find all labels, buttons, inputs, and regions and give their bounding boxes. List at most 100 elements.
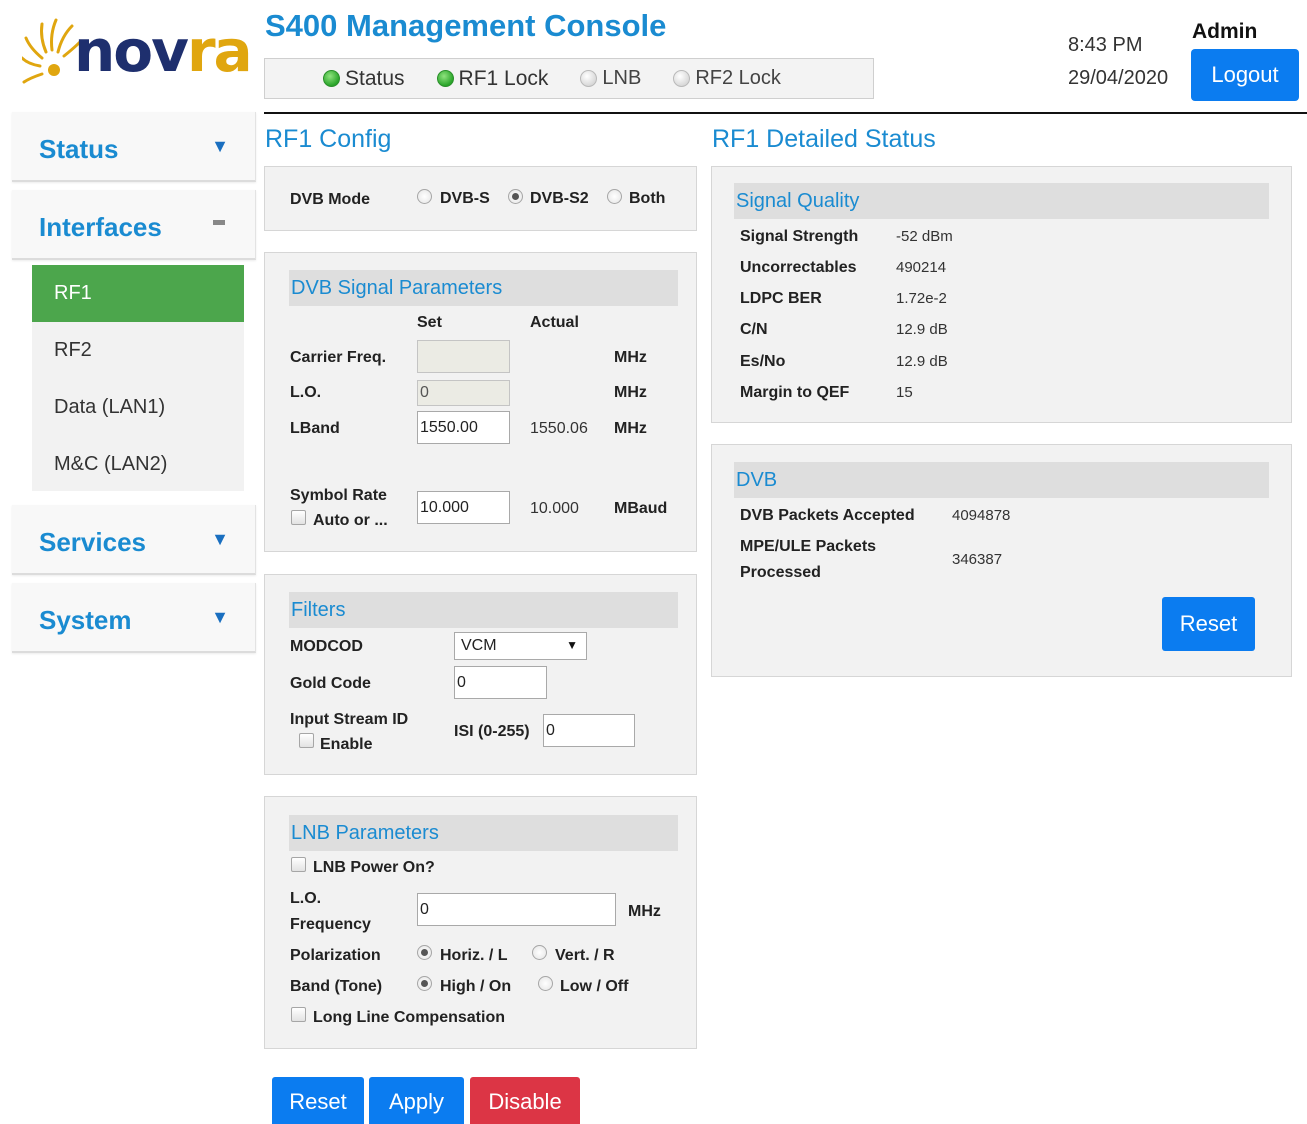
collapse-icon [213,220,225,225]
dvb-s-label: DVB-S [440,190,490,207]
chevron-down-icon: ▼ [211,529,229,549]
status-led-icon [323,70,340,87]
rf1-config-title: RF1 Config [265,125,392,153]
sidebar-section-label: System [39,605,132,635]
isid-enable-checkbox[interactable] [299,733,314,748]
margin-qef-value: 15 [896,384,913,401]
logo-text-accent: ra [186,17,253,85]
esno-value: 12.9 dB [896,353,948,370]
header-divider [264,112,1307,114]
signal-quality-heading: Signal Quality [734,183,1269,219]
rf1-lock-indicator: RF1 Lock [436,66,549,91]
carrier-freq-label: Carrier Freq. [290,349,387,366]
gold-code-input[interactable] [454,666,547,699]
polarization-vert-radio[interactable] [532,945,547,960]
dvb-s2-label: DVB-S2 [530,190,589,207]
dvb-packets-accepted-label: DVB Packets Accepted [740,507,915,524]
lnb-params-heading: LNB Parameters [289,815,678,851]
sidebar-item-label: RF1 [54,282,92,304]
band-low-label: Low / Off [560,978,629,995]
long-line-label: Long Line Compensation [313,1009,505,1026]
sidebar-section-label: Services [39,527,146,557]
long-line-checkbox[interactable] [291,1007,306,1022]
rf1-lock-indicator-label: RF1 Lock [458,66,549,90]
lnb-lo-label-line1: L.O. [290,890,322,907]
apply-button[interactable]: Apply [369,1077,464,1124]
clock-date: 29/04/2020 [1068,67,1169,89]
status-bar: Status RF1 Lock LNB RF2 Lock [264,58,874,99]
sun-logo-icon [22,18,82,84]
symbol-rate-input[interactable] [417,491,510,524]
logo-wordmark: novra [74,22,253,80]
symbol-rate-auto-checkbox[interactable] [291,510,306,525]
rf2-lock-indicator-label: RF2 Lock [695,67,781,89]
lnb-indicator-label: LNB [602,67,642,89]
dvb-s2-radio[interactable] [508,189,523,204]
band-high-label: High / On [440,978,512,995]
chevron-down-icon: ▼ [211,136,229,156]
lband-input[interactable] [417,411,510,444]
lnb-lo-frequency-input[interactable] [417,893,616,926]
logout-button[interactable]: Logout [1191,49,1299,101]
carrier-freq-input[interactable] [417,340,510,373]
mpe-ule-processed-value: 346387 [952,551,1003,568]
sidebar-item-label: RF2 [54,339,92,361]
dvb-s-radio[interactable] [417,189,432,204]
filters-heading: Filters [289,592,678,628]
sidebar-section-interfaces[interactable]: Interfaces [12,190,256,260]
lnb-indicator: LNB [580,67,641,90]
modcod-label: MODCOD [290,638,363,655]
modcod-select[interactable]: VCM ▼ [454,632,587,660]
mpe-ule-label-line1: MPE/ULE Packets [740,538,877,555]
sidebar-item-rf2[interactable]: RF2 [32,322,244,379]
sidebar-item-mc-lan2[interactable]: M&C (LAN2) [32,436,244,493]
ldpc-ber-label: LDPC BER [740,290,822,307]
dvb-signal-params-heading: DVB Signal Parameters [289,270,678,306]
uncorrectables-label: Uncorrectables [740,259,857,276]
lo-input[interactable] [417,380,510,406]
isi-input[interactable] [543,714,635,747]
lband-label: LBand [290,420,340,437]
config-reset-button[interactable]: Reset [272,1077,364,1124]
dvb-status-panel: DVB DVB Packets Accepted 4094878 MPE/ULE… [711,444,1292,677]
carrier-freq-unit: MHz [614,349,647,366]
symbol-rate-unit: MBaud [614,500,668,517]
dropdown-arrow-icon: ▼ [566,638,578,652]
novra-logo: novra [22,12,253,100]
signal-quality-panel: Signal Quality Signal Strength -52 dBm U… [711,166,1292,423]
modcod-selected-value: VCM [461,637,497,654]
dvb-mode-panel: DVB Mode DVB-S DVB-S2 Both [264,166,697,231]
esno-label: Es/No [740,353,786,370]
band-tone-label: Band (Tone) [290,978,383,995]
band-high-radio[interactable] [417,976,432,991]
clock-time: 8:43 PM [1068,34,1143,56]
lnb-lo-unit: MHz [628,903,661,920]
sidebar-item-label: M&C (LAN2) [54,453,168,475]
dvb-packets-accepted-value: 4094878 [952,507,1011,524]
isid-enable-label: Enable [320,736,373,753]
polarization-horiz-radio[interactable] [417,945,432,960]
symbol-rate-actual-value: 10.000 [530,500,579,517]
sidebar-item-rf1[interactable]: RF1 [32,265,244,322]
band-low-radio[interactable] [538,976,553,991]
lnb-power-label: LNB Power On? [313,859,435,876]
sidebar-section-status[interactable]: Status ▼ [12,112,256,182]
sidebar-item-data-lan1[interactable]: Data (LAN1) [32,379,244,436]
rf1-status-title: RF1 Detailed Status [712,125,936,153]
polarization-label: Polarization [290,947,381,964]
sidebar-section-system[interactable]: System ▼ [12,583,256,653]
signal-strength-value: -52 dBm [896,228,953,245]
rf2-lock-led-icon [673,70,691,87]
both-radio[interactable] [607,189,622,204]
lnb-power-checkbox[interactable] [291,857,306,872]
isi-label: ISI (0-255) [454,723,530,740]
both-label: Both [629,190,666,207]
disable-button[interactable]: Disable [470,1077,580,1124]
actual-column-header: Actual [530,314,579,331]
status-reset-button[interactable]: Reset [1162,597,1255,651]
dvb-mode-label: DVB Mode [290,191,370,208]
cn-value: 12.9 dB [896,321,948,338]
sidebar-section-services[interactable]: Services ▼ [12,505,256,575]
logo-text: novra [74,17,253,85]
mpe-ule-label-line2: Processed [740,564,821,581]
